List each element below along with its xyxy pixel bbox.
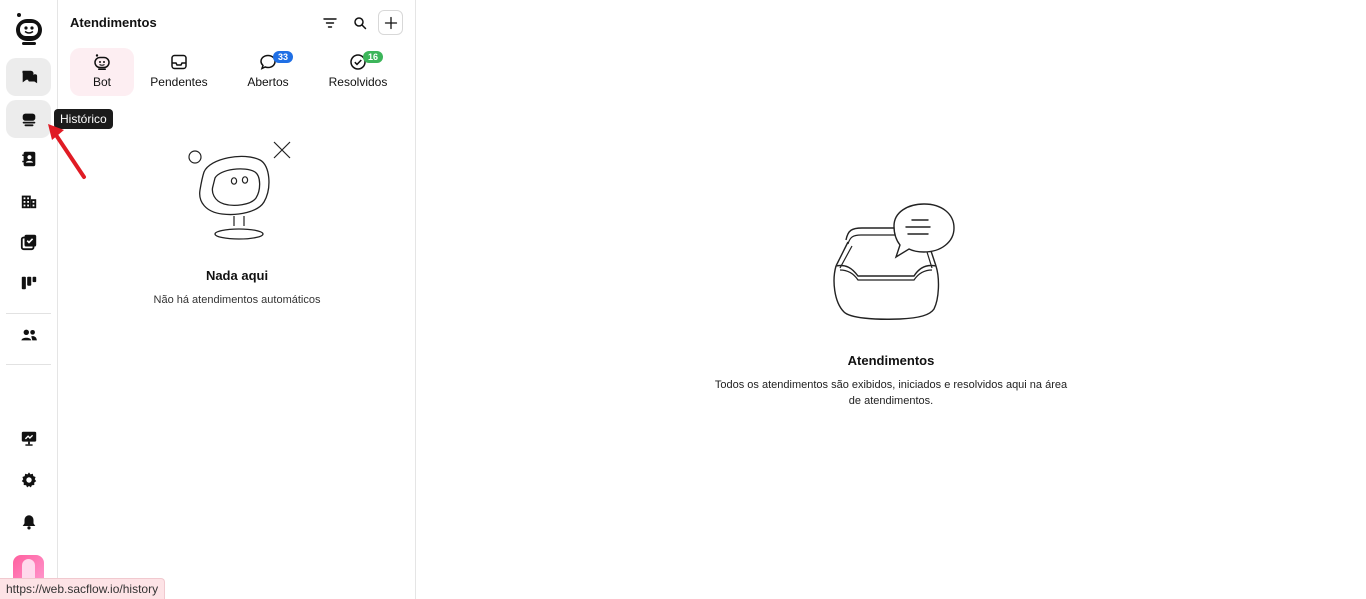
filter-button[interactable] xyxy=(318,11,342,35)
main-empty-subtitle: Todos os atendimentos são exibidos, inic… xyxy=(714,379,1068,407)
bot-icon xyxy=(93,53,111,71)
search-icon xyxy=(354,16,367,29)
plus-icon xyxy=(384,16,397,29)
presentation-icon xyxy=(21,431,36,446)
gear-icon xyxy=(21,472,36,488)
annotation-arrow-icon xyxy=(48,124,86,179)
sidebar-item-notifications[interactable] xyxy=(6,503,51,541)
add-conversation-button[interactable] xyxy=(378,10,403,35)
sidebar-item-team[interactable] xyxy=(6,316,51,354)
abertos-count-badge: 33 xyxy=(273,51,293,63)
history-icon xyxy=(22,113,35,127)
sidebar-item-companies[interactable] xyxy=(6,182,51,220)
tab-abertos-label: Abertos xyxy=(247,75,289,89)
sidebar-item-settings[interactable] xyxy=(6,461,51,499)
main-empty-title: Atendimentos xyxy=(847,353,935,368)
sacflow-logo-icon[interactable] xyxy=(14,12,44,46)
chat-bubbles-icon xyxy=(21,70,37,84)
building-icon xyxy=(21,195,36,209)
conversation-area: Atendimentos Todos os atendimentos são e… xyxy=(416,0,1366,599)
resolvidos-count-badge: 16 xyxy=(363,51,383,63)
tab-abertos[interactable]: 33 Abertos xyxy=(224,48,312,96)
conversation-empty-state: Atendimentos Todos os atendimentos são e… xyxy=(696,200,1086,409)
sidebar-item-tasks[interactable] xyxy=(6,223,51,261)
link-preview-url: https://web.sacflow.io/history xyxy=(0,578,166,599)
search-button[interactable] xyxy=(348,11,372,35)
bell-icon xyxy=(22,515,35,530)
sidebar-item-presentation[interactable] xyxy=(6,419,51,457)
sidebar-item-chats[interactable] xyxy=(6,58,51,96)
empty-state-title: Nada aqui xyxy=(205,268,269,283)
bot-empty-state: Nada aqui Não há atendimentos automático… xyxy=(58,130,416,306)
tab-pendentes-label: Pendentes xyxy=(150,75,208,89)
tab-resolvidos[interactable]: 16 Resolvidos xyxy=(312,48,404,96)
panel-actions xyxy=(318,10,403,35)
robot-illustration-icon xyxy=(188,141,291,240)
filter-icon xyxy=(323,17,337,28)
sidebar-rail: Histórico xyxy=(0,0,113,599)
conversations-panel: Atendimentos Bot Pendentes 33 Abertos 16… xyxy=(58,0,416,599)
team-icon xyxy=(20,329,37,341)
sidebar-divider xyxy=(6,364,51,365)
tab-pendentes[interactable]: Pendentes xyxy=(134,48,224,96)
inbox-icon xyxy=(170,53,188,71)
kanban-icon xyxy=(21,276,36,290)
tasks-check-icon xyxy=(20,234,36,251)
inbox-chat-illustration-icon xyxy=(833,203,955,320)
contacts-book-icon xyxy=(21,151,35,167)
tab-bot[interactable]: Bot xyxy=(70,48,134,96)
panel-title: Atendimentos xyxy=(70,15,157,30)
app-root: Histórico Atendimentos Bot Pendentes 33 … xyxy=(0,0,1366,599)
tab-bot-label: Bot xyxy=(92,75,111,89)
sidebar-item-kanban[interactable] xyxy=(6,264,51,302)
sidebar-divider xyxy=(6,313,51,314)
status-tabs: Bot Pendentes 33 Abertos 16 Resolvidos xyxy=(70,48,404,96)
empty-state-subtitle: Não há atendimentos automáticos xyxy=(153,294,321,306)
tab-resolvidos-label: Resolvidos xyxy=(328,75,388,89)
